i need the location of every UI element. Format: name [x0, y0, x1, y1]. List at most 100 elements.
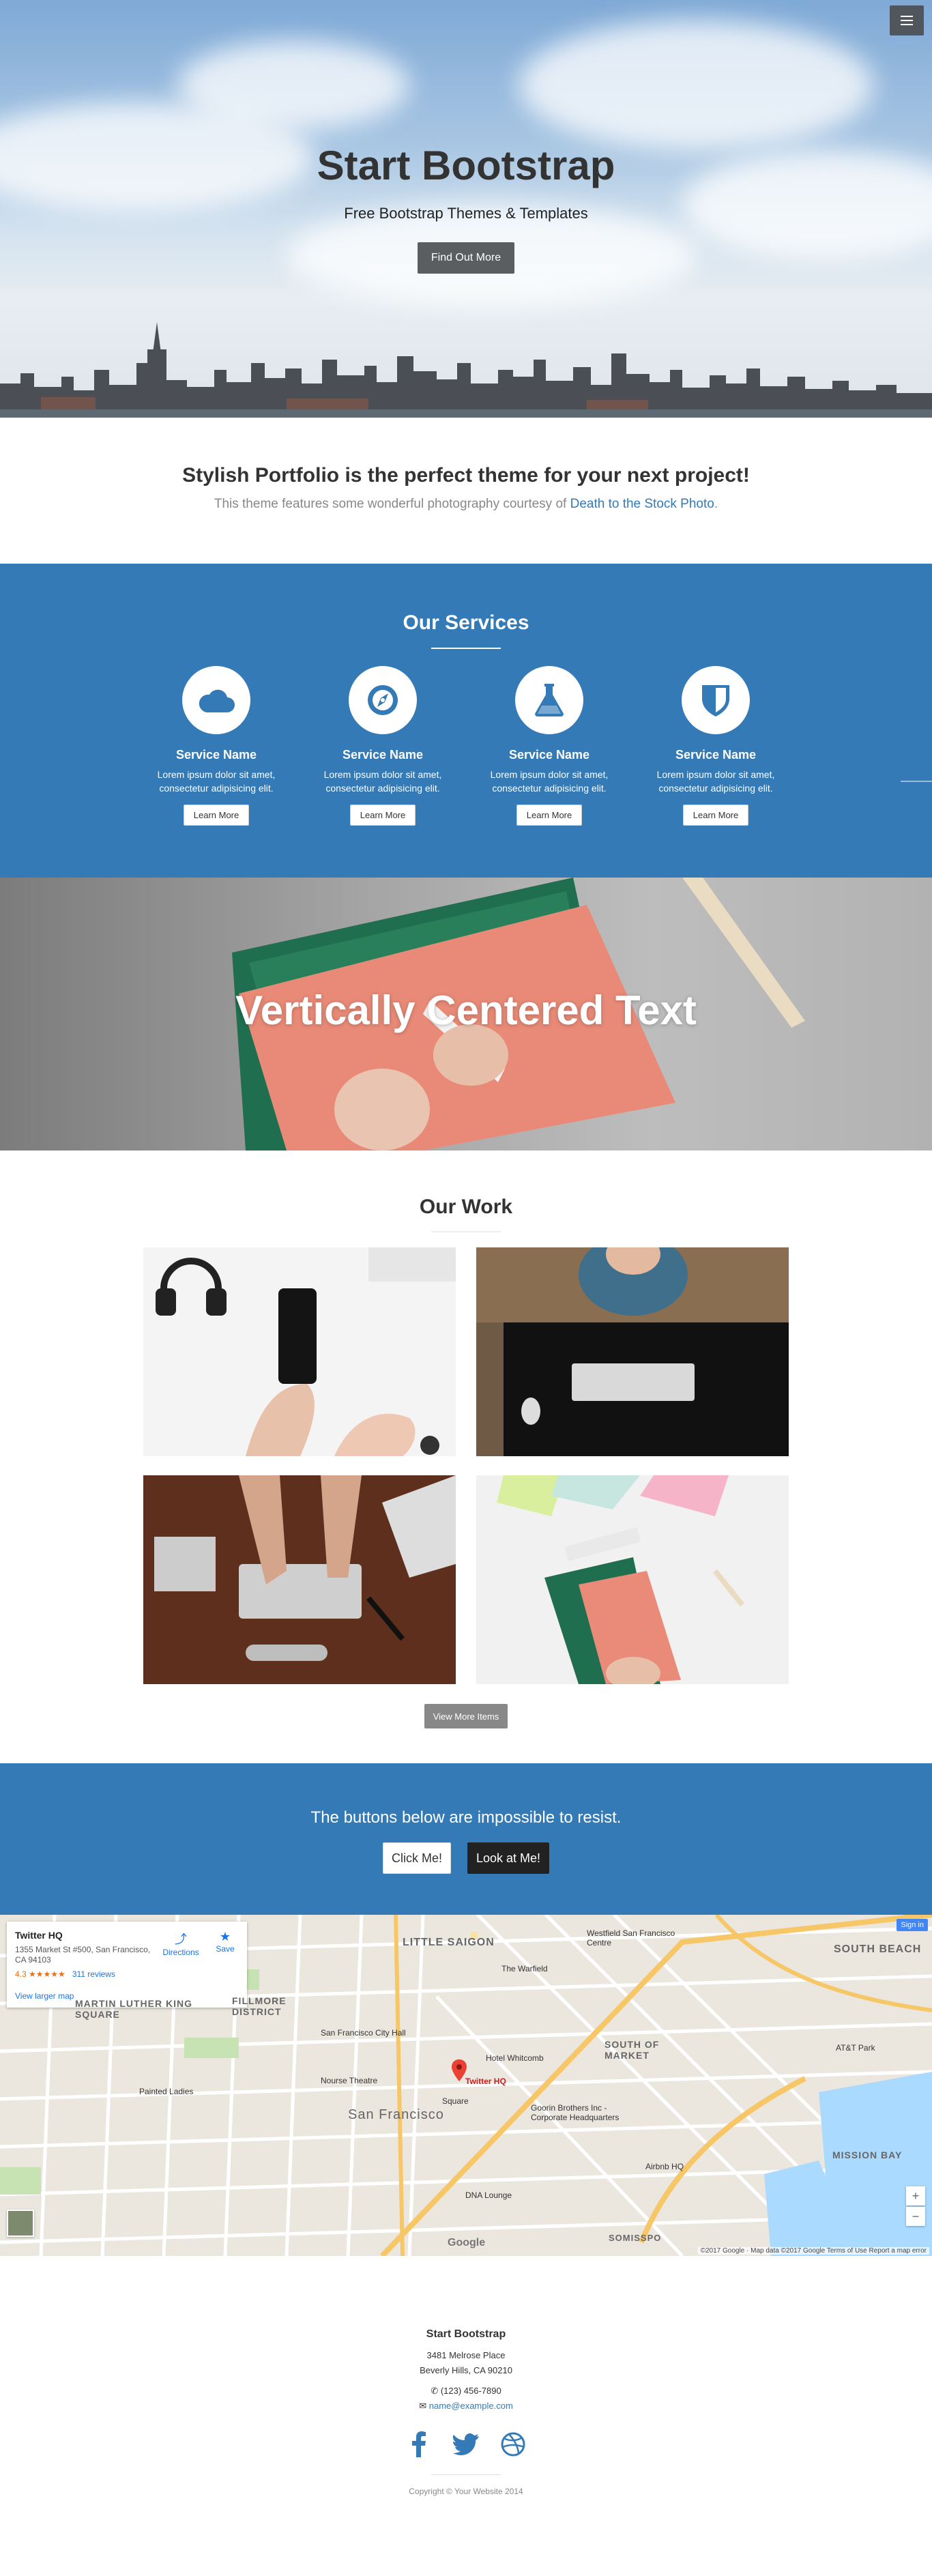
map-label: San Francisco	[348, 2107, 444, 2122]
twitter-icon[interactable]	[451, 2429, 481, 2459]
map-label: FILLMORE DISTRICT	[232, 1995, 287, 2017]
google-logo: Google	[448, 2237, 486, 2248]
directions-icon: ⤴	[175, 1933, 187, 1946]
view-larger-map-link[interactable]: View larger map	[15, 1991, 74, 2001]
directions-button[interactable]: ⤴ Directions	[160, 1930, 201, 1957]
menu-toggle-button[interactable]	[890, 5, 924, 35]
map-label: The Warfield	[501, 1964, 548, 1973]
click-me-button[interactable]: Click Me!	[383, 1842, 451, 1874]
stock-photo-link[interactable]: Death to the Stock Photo	[570, 497, 714, 511]
service-icon-circle	[682, 666, 750, 734]
look-at-me-button[interactable]: Look at Me!	[467, 1842, 549, 1874]
service-name: Service Name	[508, 748, 590, 762]
map-label: AT&T Park	[836, 2043, 875, 2053]
find-out-more-button[interactable]: Find Out More	[418, 242, 514, 274]
view-more-button[interactable]: View More Items	[424, 1704, 508, 1728]
shield-icon	[702, 685, 729, 717]
map-label: MARTIN LUTHER KING SQUARE	[75, 1998, 192, 2020]
google-map[interactable]: Twitter HQ 1355 Market St #500, San Fran…	[0, 1915, 932, 2256]
about-text-suffix: .	[714, 497, 718, 511]
service-icon-circle	[349, 666, 417, 734]
save-button[interactable]: ★ Save	[212, 1930, 239, 1954]
portfolio-item[interactable]	[476, 1475, 789, 1684]
footer-phone: ✆ (123) 456-7890	[0, 2386, 932, 2397]
learn-more-button[interactable]: Learn More	[516, 805, 583, 826]
about-text-prefix: This theme features some wonderful photo…	[214, 497, 570, 511]
service-description: Lorem ipsum dolor sit amet, consectetur …	[490, 769, 609, 794]
service-name: Service Name	[675, 748, 757, 762]
learn-more-button[interactable]: Learn More	[682, 805, 749, 826]
phone-icon: ✆	[431, 2386, 439, 2396]
flask-icon	[535, 684, 564, 717]
reviews-link[interactable]: 311 reviews	[72, 1969, 115, 1979]
map-label: LITTLE SAIGON	[403, 1937, 495, 1948]
map-label: MISSION BAY	[832, 2150, 903, 2160]
phone-text: (123) 456-7890	[440, 2386, 501, 2396]
facebook-icon[interactable]	[404, 2429, 434, 2459]
map-sign-in-button[interactable]: Sign in	[897, 1919, 928, 1931]
map-label: Painted Ladies	[139, 2087, 194, 2096]
footer-email: ✉ name@example.com	[0, 2401, 932, 2412]
map-attribution: ©2017 Google · Map data ©2017 Google Ter…	[697, 2247, 929, 2255]
services-title: Our Services	[403, 611, 529, 634]
portfolio-item[interactable]	[476, 1247, 789, 1456]
service-item: Service Name Lorem ipsum dolor sit amet,…	[133, 666, 300, 826]
directions-label: Directions	[162, 1948, 199, 1957]
service-description: Lorem ipsum dolor sit amet, consectetur …	[157, 769, 276, 794]
cloud-shape	[177, 41, 409, 130]
service-name: Service Name	[175, 748, 257, 762]
service-icon-circle	[515, 666, 583, 734]
service-item: Service Name Lorem ipsum dolor sit amet,…	[466, 666, 632, 826]
about-heading: Stylish Portfolio is the perfect theme f…	[182, 464, 750, 487]
place-info-card: Twitter HQ 1355 Market St #500, San Fran…	[7, 1922, 247, 2008]
map-label: Goorin Brothers Inc - Corporate Headquar…	[531, 2103, 620, 2122]
email-link[interactable]: name@example.com	[429, 2401, 513, 2411]
cta-text: The buttons below are impossible to resi…	[310, 1808, 622, 1827]
cloud-icon	[199, 689, 235, 712]
about-text: This theme features some wonderful photo…	[0, 497, 932, 512]
map-label: SOUTH BEACH	[834, 1943, 922, 1955]
envelope-icon: ✉	[419, 2401, 427, 2411]
service-item: Service Name Lorem ipsum dolor sit amet,…	[300, 666, 466, 826]
footer-title: Start Bootstrap	[426, 2328, 506, 2340]
learn-more-button[interactable]: Learn More	[349, 805, 416, 826]
footer-address-line: Beverly Hills, CA 90210	[420, 2365, 512, 2375]
hero-title: Start Bootstrap	[317, 143, 615, 188]
phone-in-hands-image	[143, 1247, 456, 1456]
place-rating: 4.3 ★★★★★ 311 reviews	[15, 1969, 239, 1979]
map-label: Airbnb HQ	[645, 2162, 684, 2171]
learn-more-button[interactable]: Learn More	[183, 805, 250, 826]
service-description: Lorem ipsum dolor sit amet, consectetur …	[323, 769, 442, 794]
dribbble-icon[interactable]	[498, 2429, 528, 2459]
service-name: Service Name	[342, 748, 424, 762]
map-label: Westfield San Francisco Centre	[587, 1928, 675, 1948]
zoom-out-button[interactable]: −	[906, 2207, 925, 2226]
service-item: Service Name Lorem ipsum dolor sit amet,…	[632, 666, 799, 826]
divider	[901, 781, 932, 782]
service-description: Lorem ipsum dolor sit amet, consectetur …	[656, 769, 775, 794]
place-address: 1355 Market St #500, San Francisco, CA 9…	[15, 1945, 151, 1965]
portfolio-item[interactable]	[143, 1247, 456, 1456]
map-label: SOMISSPO	[609, 2233, 662, 2243]
call-to-action-section: The buttons below are impossible to resi…	[0, 1763, 932, 1915]
cloud-shape	[519, 20, 873, 150]
footer-address-line: 3481 Melrose Place	[426, 2350, 506, 2360]
divider	[431, 2474, 501, 2475]
desk-keyboard-image	[476, 1247, 789, 1456]
compass-icon	[368, 685, 398, 715]
portfolio-title: Our Work	[419, 1196, 513, 1218]
city-skyline	[0, 322, 932, 418]
typing-hands-image	[143, 1475, 456, 1684]
place-name: Twitter HQ	[15, 1930, 63, 1941]
divider	[431, 1231, 501, 1232]
callout-section: Vertically Centered Text	[0, 878, 932, 1150]
zoom-in-button[interactable]: +	[906, 2186, 925, 2205]
portfolio-item[interactable]	[143, 1475, 456, 1684]
map-label: SOUTH OF MARKET	[605, 2039, 660, 2061]
map-pin-icon[interactable]	[452, 2059, 467, 2081]
callout-text: Vertically Centered Text	[235, 987, 697, 1033]
map-label: San Francisco City Hall	[321, 2028, 406, 2038]
map-label: DNA Lounge	[465, 2190, 512, 2200]
map-label: Nourse Theatre	[321, 2076, 378, 2085]
satellite-toggle-button[interactable]	[7, 2210, 34, 2237]
